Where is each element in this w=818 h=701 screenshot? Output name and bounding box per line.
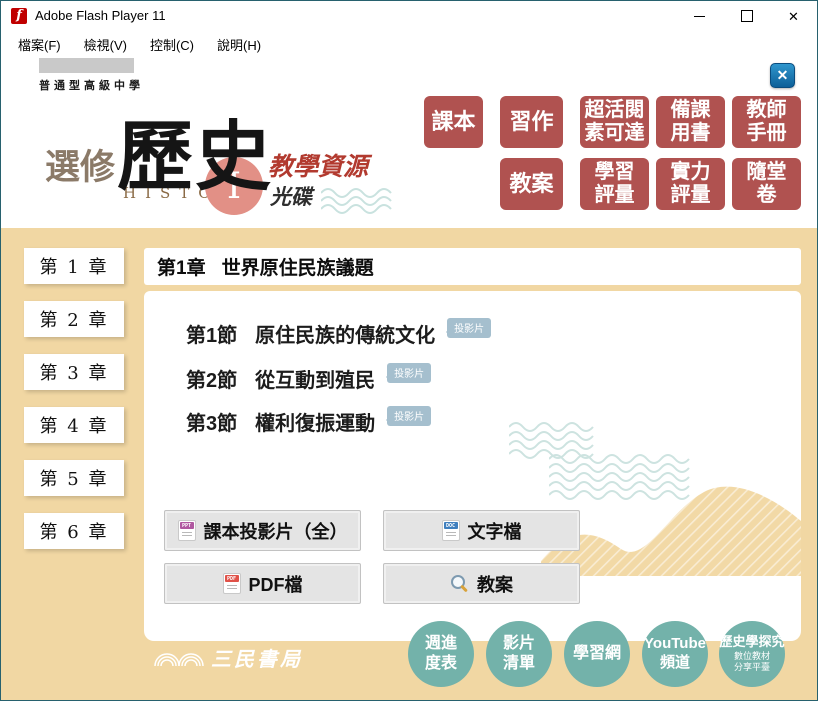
sidebar-item-chapter-2[interactable]: 第 2 章 (24, 301, 124, 337)
resource-subtitle: 光碟 (270, 181, 312, 211)
close-icon: ✕ (777, 67, 789, 84)
video-list-link[interactable]: 影片清單 (486, 621, 552, 687)
maximize-button[interactable] (723, 1, 770, 31)
sidebar-item-chapter-4[interactable]: 第 4 章 (24, 407, 124, 443)
publisher-logo-placeholder (39, 58, 134, 73)
close-window-button[interactable]: ✕ (770, 1, 817, 31)
chapter-title-bar: 第1章 世界原住民族議題 (144, 248, 801, 285)
menu-bar: 檔案(F) 檢視(V) 控制(C) 說明(H) (1, 31, 817, 57)
app-header: 普通型高級中學 選修 歷史 HISTORY I 教學資源 光碟 ✕ 課本 習作 … (1, 57, 817, 228)
sidebar-item-chapter-5[interactable]: 第 5 章 (24, 460, 124, 496)
minimize-icon (694, 16, 705, 17)
youtube-channel-link[interactable]: YouTube頻道 (642, 621, 708, 687)
close-icon: ✕ (788, 10, 799, 23)
text-file-button[interactable]: DOC 文字檔 (383, 510, 580, 551)
doc-file-icon: DOC (442, 520, 460, 541)
lesson-plan-search-button[interactable]: 教案 (383, 563, 580, 604)
resource-title: 教學資源 (268, 147, 368, 183)
chapter-name: 世界原住民族議題 (222, 253, 374, 280)
menu-view[interactable]: 檢視(V) (84, 35, 127, 54)
subject-title: 歷史 (117, 95, 273, 205)
flash-player-icon: f (11, 8, 27, 24)
flash-player-window: f Adobe Flash Player 11 ✕ 檔案(F) 檢視(V) 控制… (0, 0, 818, 701)
minimize-button[interactable] (676, 1, 723, 31)
nav-button-learning-assessment[interactable]: 學習評量 (580, 158, 649, 210)
pdf-file-button[interactable]: PDF PDF檔 (164, 563, 361, 604)
ppt-file-icon: PPT (178, 520, 196, 541)
section-item-3[interactable]: 第3節 權利復振運動 投影片 (186, 407, 431, 436)
series-label: 選修 (45, 139, 115, 190)
title-bar: f Adobe Flash Player 11 ✕ (1, 1, 817, 31)
nav-button-lesson-prep-book[interactable]: 備課用書 (656, 96, 725, 148)
history-inquiry-platform-link[interactable]: 歷史學探究 數位教材 分享平臺 (719, 621, 785, 687)
nav-button-textbook[interactable]: 課本 (424, 96, 483, 148)
nav-button-super-reading[interactable]: 超活閱素可達 (580, 96, 649, 148)
pdf-file-icon: PDF (223, 573, 241, 594)
menu-file[interactable]: 檔案(F) (18, 35, 61, 54)
sidebar-item-chapter-3[interactable]: 第 3 章 (24, 354, 124, 390)
menu-help[interactable]: 說明(H) (217, 35, 261, 54)
sidebar-item-chapter-6[interactable]: 第 6 章 (24, 513, 124, 549)
slides-badge[interactable]: 投影片 (387, 406, 431, 426)
nav-button-quiz-sheets[interactable]: 隨堂卷 (732, 158, 801, 210)
sidebar-item-chapter-1[interactable]: 第 1 章 (24, 248, 124, 284)
slides-badge[interactable]: 投影片 (387, 363, 431, 383)
school-type-label: 普通型高級中學 (39, 77, 144, 93)
close-screen-button[interactable]: ✕ (770, 63, 795, 88)
rainbow-arcs-icon (153, 648, 205, 668)
weekly-schedule-link[interactable]: 週進度表 (408, 621, 474, 687)
main-stage: 第 1 章 第 2 章 第 3 章 第 4 章 第 5 章 第 6 章 第1章 … (1, 228, 817, 700)
nav-button-lesson-plan[interactable]: 教案 (500, 158, 563, 210)
chapter-content-panel: 第1節 原住民族的傳統文化 投影片 第2節 從互動到殖民 投影片 第3節 權利復… (144, 291, 801, 641)
publisher-logo: 三民書局 (153, 643, 303, 672)
section-item-2[interactable]: 第2節 從互動到殖民 投影片 (186, 364, 431, 393)
nav-button-workbook[interactable]: 習作 (500, 96, 563, 148)
magnifier-icon (450, 574, 469, 593)
menu-control[interactable]: 控制(C) (150, 35, 194, 54)
nav-button-teacher-manual[interactable]: 教師手冊 (732, 96, 801, 148)
slides-badge[interactable]: 投影片 (447, 318, 491, 338)
sand-dune-decoration (541, 469, 801, 576)
wave-decoration-small (321, 187, 405, 215)
learning-web-link[interactable]: 學習網 (564, 621, 630, 687)
maximize-icon (741, 10, 753, 22)
window-title: Adobe Flash Player 11 (35, 8, 166, 23)
nav-button-ability-assessment[interactable]: 實力評量 (656, 158, 725, 210)
publisher-name: 三民書局 (211, 643, 303, 672)
textbook-slides-all-button[interactable]: PPT 課本投影片（全） (164, 510, 361, 551)
section-item-1[interactable]: 第1節 原住民族的傳統文化 投影片 (186, 319, 491, 348)
chapter-number: 第1章 (157, 253, 206, 280)
